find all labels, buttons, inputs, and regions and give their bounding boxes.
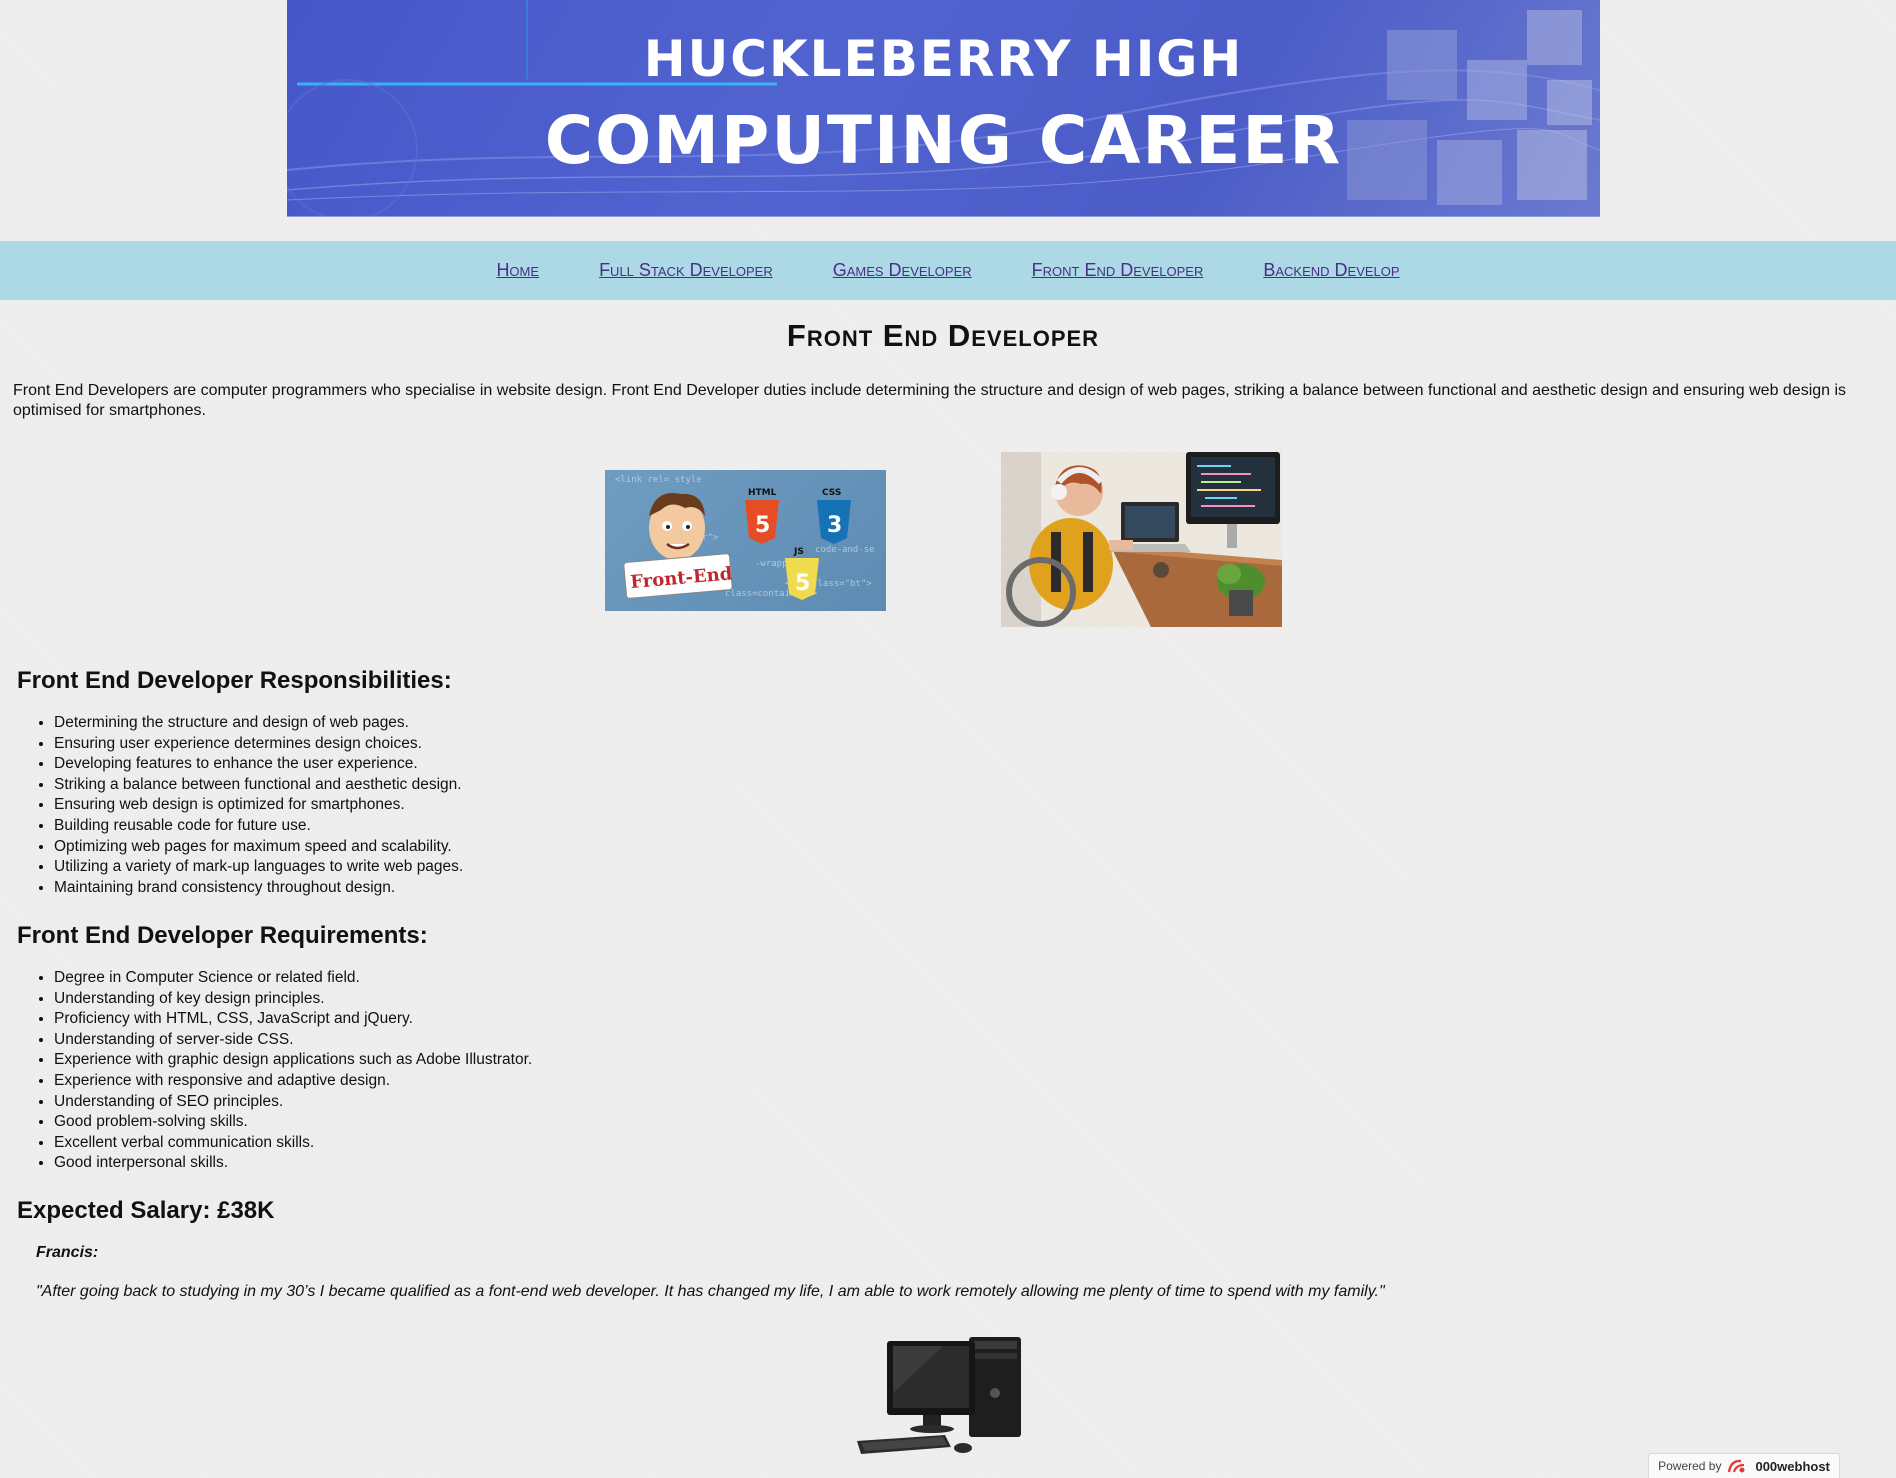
intro-paragraph: Front End Developers are computer progra… <box>13 382 1847 419</box>
banner-title-line2: COMPUTING CAREER <box>544 102 1343 179</box>
header-banner: HUCKLEBERRY HIGH COMPUTING CAREER <box>287 0 1600 217</box>
responsibilities-list: Determining the structure and design of … <box>17 713 463 898</box>
list-item: Ensuring user experience determines desi… <box>54 734 463 755</box>
developer-at-desk-photo <box>1001 452 1282 627</box>
powered-by-badge[interactable]: Powered by 000webhost <box>1648 1453 1840 1478</box>
banner-title-line1: HUCKLEBERRY HIGH <box>643 30 1244 88</box>
salary-heading: Expected Salary: £38K <box>17 1197 275 1224</box>
list-item: Proficiency with HTML, CSS, JavaScript a… <box>54 1009 532 1030</box>
code-line: code-and-se <box>815 545 875 555</box>
svg-text:5: 5 <box>755 513 770 538</box>
requirements-heading: Front End Developer Requirements: <box>17 922 428 949</box>
list-item: Good interpersonal skills. <box>54 1153 532 1174</box>
list-item: Utilizing a variety of mark-up languages… <box>54 857 463 878</box>
main-navigation: Home Full Stack Developer Games Develope… <box>0 241 1896 300</box>
testimonial-quote: "After going back to studying in my 30’s… <box>36 1283 1385 1300</box>
page-title: Front End Developer <box>786 318 1100 353</box>
list-item: Ensuring web design is optimized for sma… <box>54 795 463 816</box>
requirements-list: Degree in Computer Science or related fi… <box>17 968 532 1174</box>
front-end-illustration-image: <link rel= style banner"> -wrapper"> cla… <box>605 470 886 611</box>
nav-link-front-end-developer[interactable]: Front End Developer <box>1032 260 1204 281</box>
list-item: Optimizing web pages for maximum speed a… <box>54 837 463 858</box>
front-end-illustration-graphic: <link rel= style banner"> -wrapper"> cla… <box>615 475 875 600</box>
powered-by-label: Powered by <box>1658 1459 1722 1473</box>
list-item: Understanding of key design principles. <box>54 989 532 1010</box>
list-item: Experience with responsive and adaptive … <box>54 1071 532 1092</box>
list-item: Understanding of SEO principles. <box>54 1092 532 1113</box>
responsibilities-heading: Front End Developer Responsibilities: <box>17 667 452 694</box>
desktop-computer-image <box>853 1333 1029 1458</box>
svg-text:3: 3 <box>827 513 842 538</box>
list-item: Maintaining brand consistency throughout… <box>54 878 463 899</box>
nav-link-full-stack-developer[interactable]: Full Stack Developer <box>599 260 773 281</box>
svg-text:5: 5 <box>795 571 810 596</box>
list-item: Developing features to enhance the user … <box>54 754 463 775</box>
list-item: Building reusable code for future use. <box>54 816 463 837</box>
list-item: Degree in Computer Science or related fi… <box>54 968 532 989</box>
js-label: JS <box>793 547 804 557</box>
html-label: HTML <box>748 488 777 498</box>
list-item: Striking a balance between functional an… <box>54 775 463 796</box>
list-item: Excellent verbal communication skills. <box>54 1133 532 1154</box>
nav-link-backend-developer[interactable]: Backend Develop <box>1263 260 1399 281</box>
list-item: Understanding of server-side CSS. <box>54 1030 532 1051</box>
testimonial-name: Francis: <box>36 1244 99 1261</box>
developer-photo-illustration <box>1001 452 1282 627</box>
list-item: Determining the structure and design of … <box>54 713 463 734</box>
desktop-computer-icon <box>857 1337 1021 1454</box>
000webhost-logo-icon <box>1728 1459 1745 1473</box>
list-item: Good problem-solving skills. <box>54 1112 532 1133</box>
powered-by-brand: 000webhost <box>1755 1458 1830 1474</box>
nav-link-games-developer[interactable]: Games Developer <box>833 260 972 281</box>
css-label: CSS <box>822 488 841 498</box>
list-item: Experience with graphic design applicati… <box>54 1050 532 1071</box>
nav-link-home[interactable]: Home <box>496 260 539 281</box>
code-line: <link rel= style <box>615 475 702 485</box>
